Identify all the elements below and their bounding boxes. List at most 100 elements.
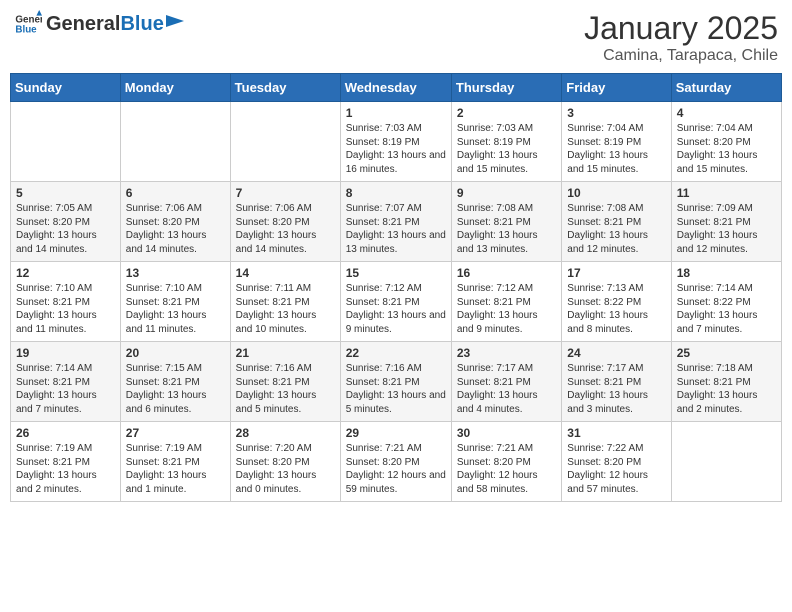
day-number: 4 [677,106,776,120]
day-number: 22 [346,346,446,360]
day-number: 29 [346,426,446,440]
day-number: 15 [346,266,446,280]
calendar-cell: 11Sunrise: 7:09 AM Sunset: 8:21 PM Dayli… [671,182,781,262]
logo-blue-text: Blue [120,13,163,36]
title-block: January 2025 Camina, Tarapaca, Chile [584,10,778,65]
calendar-cell: 22 Sunrise: 7:16 AM Sunset: 8:21 PM Dayli… [340,342,451,422]
calendar-cell: 20 Sunrise: 7:15 AM Sunset: 8:21 PM Dayli… [120,342,230,422]
day-info: Sunrise: 7:03 AM Sunset: 8:19 PM Dayligh… [457,122,556,176]
calendar-cell: 10Sunrise: 7:08 AM Sunset: 8:21 PM Dayli… [562,182,671,262]
calendar-cell: 25 Sunrise: 7:18 AM Sunset: 8:21 PM Dayli… [671,342,781,422]
calendar-cell: 6 Sunrise: 7:06 AM Sunset: 8:20 PM Daylig… [120,182,230,262]
day-number: 8 [346,186,446,200]
calendar-cell: 23Sunrise: 7:17 AM Sunset: 8:21 PM Dayli… [451,342,561,422]
day-of-week-header: Friday [562,74,671,102]
day-info: Sunrise: 7:05 AM Sunset: 8:20 PM Dayligh… [16,202,115,256]
day-number: 28 [236,426,335,440]
logo-icon: General Blue [14,10,42,38]
calendar-cell: 8Sunrise: 7:07 AM Sunset: 8:21 PM Daylig… [340,182,451,262]
calendar-cell: 3Sunrise: 7:04 AM Sunset: 8:19 PM Daylig… [562,102,671,182]
day-info: Sunrise: 7:21 AM Sunset: 8:20 PM Dayligh… [346,442,446,496]
day-number: 24 [567,346,665,360]
calendar-cell: 27 Sunrise: 7:19 AM Sunset: 8:21 PM Dayli… [120,422,230,502]
day-number: 1 [346,106,446,120]
day-of-week-header: Monday [120,74,230,102]
day-info: Sunrise: 7:12 AM Sunset: 8:21 PM Dayligh… [457,282,556,336]
calendar-cell [671,422,781,502]
calendar-cell: 24 Sunrise: 7:17 AM Sunset: 8:21 PM Dayli… [562,342,671,422]
day-of-week-header: Wednesday [340,74,451,102]
day-info: Sunrise: 7:15 AM Sunset: 8:21 PM Dayligh… [126,362,225,416]
calendar-cell [120,102,230,182]
day-number: 23 [457,346,556,360]
day-info: Sunrise: 7:09 AM Sunset: 8:21 PM Dayligh… [677,202,776,256]
calendar-cell: 17 Sunrise: 7:13 AM Sunset: 8:22 PM Dayli… [562,262,671,342]
day-number: 2 [457,106,556,120]
day-number: 27 [126,426,225,440]
svg-text:Blue: Blue [15,24,37,35]
day-info: Sunrise: 7:04 AM Sunset: 8:20 PM Dayligh… [677,122,776,176]
day-number: 21 [236,346,335,360]
calendar-week-row: 1 Sunrise: 7:03 AM Sunset: 8:19 PM Daylig… [11,102,782,182]
day-info: Sunrise: 7:06 AM Sunset: 8:20 PM Dayligh… [126,202,225,256]
calendar-header-row: SundayMondayTuesdayWednesdayThursdayFrid… [11,74,782,102]
calendar-cell: 12Sunrise: 7:10 AM Sunset: 8:21 PM Dayli… [11,262,121,342]
day-number: 18 [677,266,776,280]
calendar-cell: 19Sunrise: 7:14 AM Sunset: 8:21 PM Dayli… [11,342,121,422]
day-number: 20 [126,346,225,360]
logo-triangle-icon [166,15,184,33]
day-number: 12 [16,266,115,280]
day-info: Sunrise: 7:17 AM Sunset: 8:21 PM Dayligh… [567,362,665,416]
logo-general-text: General [46,13,120,36]
day-info: Sunrise: 7:14 AM Sunset: 8:22 PM Dayligh… [677,282,776,336]
calendar-cell: 29 Sunrise: 7:21 AM Sunset: 8:20 PM Dayli… [340,422,451,502]
day-of-week-header: Tuesday [230,74,340,102]
day-info: Sunrise: 7:08 AM Sunset: 8:21 PM Dayligh… [457,202,556,256]
day-of-week-header: Thursday [451,74,561,102]
day-info: Sunrise: 7:12 AM Sunset: 8:21 PM Dayligh… [346,282,446,336]
day-number: 6 [126,186,225,200]
page-header: General Blue GeneralBlue January 2025 Ca… [10,10,782,65]
calendar-cell: 14 Sunrise: 7:11 AM Sunset: 8:21 PM Dayli… [230,262,340,342]
calendar-cell: 28 Sunrise: 7:20 AM Sunset: 8:20 PM Dayli… [230,422,340,502]
day-info: Sunrise: 7:03 AM Sunset: 8:19 PM Dayligh… [346,122,446,176]
day-info: Sunrise: 7:16 AM Sunset: 8:21 PM Dayligh… [236,362,335,416]
location-subtitle: Camina, Tarapaca, Chile [584,47,778,65]
calendar-cell [230,102,340,182]
calendar-cell: 1 Sunrise: 7:03 AM Sunset: 8:19 PM Daylig… [340,102,451,182]
calendar-cell: 4 Sunrise: 7:04 AM Sunset: 8:20 PM Daylig… [671,102,781,182]
day-number: 17 [567,266,665,280]
day-number: 25 [677,346,776,360]
day-info: Sunrise: 7:21 AM Sunset: 8:20 PM Dayligh… [457,442,556,496]
day-of-week-header: Sunday [11,74,121,102]
day-info: Sunrise: 7:19 AM Sunset: 8:21 PM Dayligh… [126,442,225,496]
day-number: 31 [567,426,665,440]
day-info: Sunrise: 7:18 AM Sunset: 8:21 PM Dayligh… [677,362,776,416]
calendar-cell: 5 Sunrise: 7:05 AM Sunset: 8:20 PM Daylig… [11,182,121,262]
calendar-cell: 13Sunrise: 7:10 AM Sunset: 8:21 PM Dayli… [120,262,230,342]
day-info: Sunrise: 7:06 AM Sunset: 8:20 PM Dayligh… [236,202,335,256]
day-info: Sunrise: 7:19 AM Sunset: 8:21 PM Dayligh… [16,442,115,496]
calendar-week-row: 12Sunrise: 7:10 AM Sunset: 8:21 PM Dayli… [11,262,782,342]
day-number: 26 [16,426,115,440]
calendar-table: SundayMondayTuesdayWednesdayThursdayFrid… [10,73,782,502]
calendar-cell: 31 Sunrise: 7:22 AM Sunset: 8:20 PM Dayli… [562,422,671,502]
calendar-cell: 9Sunrise: 7:08 AM Sunset: 8:21 PM Daylig… [451,182,561,262]
day-number: 14 [236,266,335,280]
logo: General Blue GeneralBlue [14,10,184,38]
day-number: 16 [457,266,556,280]
calendar-cell: 16 Sunrise: 7:12 AM Sunset: 8:21 PM Dayli… [451,262,561,342]
day-info: Sunrise: 7:13 AM Sunset: 8:22 PM Dayligh… [567,282,665,336]
day-info: Sunrise: 7:16 AM Sunset: 8:21 PM Dayligh… [346,362,446,416]
day-info: Sunrise: 7:11 AM Sunset: 8:21 PM Dayligh… [236,282,335,336]
day-number: 13 [126,266,225,280]
calendar-cell [11,102,121,182]
calendar-week-row: 26 Sunrise: 7:19 AM Sunset: 8:21 PM Dayli… [11,422,782,502]
day-number: 5 [16,186,115,200]
month-title: January 2025 [584,10,778,47]
calendar-cell: 7Sunrise: 7:06 AM Sunset: 8:20 PM Daylig… [230,182,340,262]
day-info: Sunrise: 7:22 AM Sunset: 8:20 PM Dayligh… [567,442,665,496]
calendar-week-row: 19Sunrise: 7:14 AM Sunset: 8:21 PM Dayli… [11,342,782,422]
day-info: Sunrise: 7:14 AM Sunset: 8:21 PM Dayligh… [16,362,115,416]
day-info: Sunrise: 7:20 AM Sunset: 8:20 PM Dayligh… [236,442,335,496]
